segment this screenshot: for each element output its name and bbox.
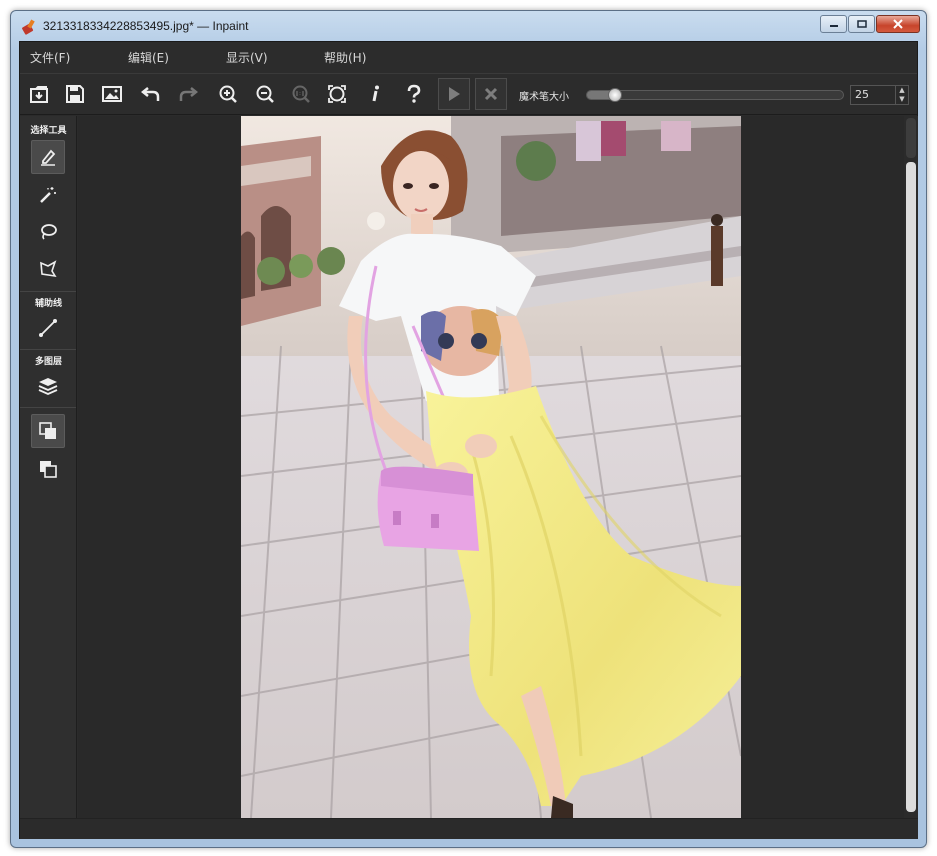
layers-tool-button[interactable]	[31, 369, 65, 403]
canvas-area[interactable]	[78, 116, 904, 818]
brush-size-spinbox[interactable]: 25 ▲ ▼	[850, 85, 909, 105]
undo-icon	[141, 87, 160, 101]
line-tool-button[interactable]	[31, 311, 65, 345]
horizontal-scrollbar[interactable]	[20, 818, 918, 839]
scrollbar-track-top	[906, 118, 916, 158]
brush-size-label: 魔术笔大小	[519, 92, 569, 103]
info-button[interactable]	[363, 81, 389, 107]
save-button[interactable]	[62, 81, 88, 107]
app-window: 3213318334228853495.jpg* — Inpaint 文件(F)…	[10, 10, 927, 848]
image-button[interactable]	[99, 81, 125, 107]
fit-icon	[328, 85, 346, 103]
zoom-out-icon	[256, 85, 274, 103]
info-icon	[372, 85, 379, 102]
section-label-guides: 辅助线	[34, 299, 62, 309]
undo-button[interactable]	[138, 81, 164, 107]
layer-back-icon	[40, 461, 57, 478]
line-icon	[39, 319, 57, 337]
section-label-layers: 多图层	[34, 357, 62, 367]
layer-front-icon	[39, 422, 56, 439]
lasso-tool-button[interactable]	[31, 215, 65, 249]
polygon-lasso-icon	[40, 260, 57, 278]
menu-view[interactable]: 显示(V)	[216, 49, 314, 66]
photo-canvas[interactable]	[241, 116, 741, 818]
zoom-in-icon	[219, 85, 237, 103]
brush-size-value: 25	[855, 88, 869, 101]
maximize-button[interactable]	[848, 15, 875, 33]
app-client: 文件(F) 编辑(E) 显示(V) 帮助(H) 魔术笔大小 25 ▲ ▼ 选择工…	[19, 41, 918, 839]
layer-front-button[interactable]	[31, 414, 65, 448]
redo-icon	[179, 87, 198, 101]
photo-image	[241, 116, 741, 818]
play-icon	[449, 87, 460, 101]
magic-wand-tool-button[interactable]	[31, 178, 65, 212]
title-bar[interactable]: 3213318334228853495.jpg* — Inpaint	[11, 11, 926, 41]
sidebar-divider	[20, 349, 76, 350]
tool-sidebar: 选择工具 辅助线 多图层	[20, 116, 77, 818]
layer-back-button[interactable]	[31, 452, 65, 486]
lasso-icon	[41, 224, 57, 240]
redo-button[interactable]	[175, 81, 201, 107]
brush-size-slider[interactable]	[586, 88, 844, 102]
spinbox-arrows[interactable]: ▲ ▼	[895, 86, 908, 104]
fit-button[interactable]	[324, 81, 350, 107]
magic-wand-icon	[40, 187, 56, 203]
marker-tool-button[interactable]	[31, 140, 65, 174]
polygon-lasso-tool-button[interactable]	[31, 252, 65, 286]
close-icon	[893, 19, 903, 29]
menu-help[interactable]: 帮助(H)	[314, 49, 412, 66]
minimize-icon	[829, 25, 838, 27]
sidebar-divider	[20, 407, 76, 408]
actual-size-button[interactable]	[288, 81, 314, 107]
minimize-button[interactable]	[820, 15, 847, 33]
image-icon	[102, 86, 122, 102]
menu-file[interactable]: 文件(F)	[20, 49, 118, 66]
window-title: 3213318334228853495.jpg* — Inpaint	[43, 19, 249, 33]
cancel-icon	[484, 87, 498, 101]
save-icon	[66, 85, 84, 103]
vertical-scrollbar[interactable]	[904, 116, 918, 818]
menu-bar: 文件(F) 编辑(E) 显示(V) 帮助(H)	[20, 42, 917, 73]
slider-thumb[interactable]	[608, 88, 622, 102]
open-icon	[30, 86, 48, 103]
section-label-selection: 选择工具	[30, 126, 67, 136]
sidebar-divider	[20, 291, 76, 292]
run-button[interactable]	[438, 78, 470, 110]
layers-icon	[38, 378, 58, 395]
scrollbar-thumb[interactable]	[906, 162, 916, 812]
toolbar: 魔术笔大小 25 ▲ ▼	[20, 73, 917, 115]
menu-edit[interactable]: 编辑(E)	[118, 49, 216, 66]
cancel-button[interactable]	[475, 78, 507, 110]
zoom-in-button[interactable]	[215, 81, 241, 107]
help-icon	[407, 84, 421, 103]
open-button[interactable]	[26, 81, 52, 107]
app-icon	[22, 19, 35, 35]
close-button[interactable]	[876, 15, 920, 33]
maximize-icon	[856, 20, 867, 28]
actual-size-icon	[292, 85, 310, 103]
help-button[interactable]	[401, 81, 427, 107]
zoom-out-button[interactable]	[252, 81, 278, 107]
marker-icon	[41, 149, 56, 166]
